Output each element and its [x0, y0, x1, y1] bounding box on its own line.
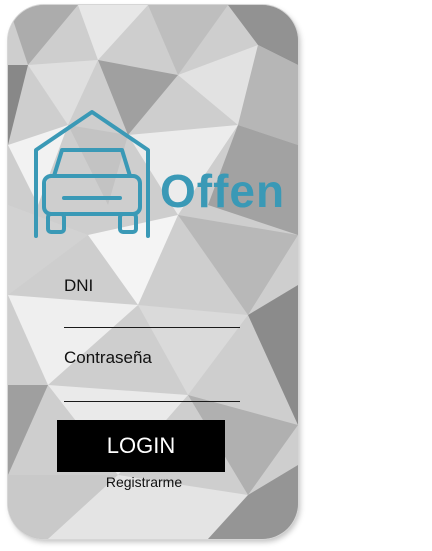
register-link[interactable]: Registrarme: [8, 474, 280, 490]
login-button[interactable]: LOGIN: [57, 420, 225, 472]
brand-title: Offen: [160, 165, 286, 217]
password-input[interactable]: [64, 373, 244, 401]
password-underline: [64, 401, 240, 402]
password-label: Contraseña: [64, 348, 152, 367]
car-in-garage-icon: [34, 110, 150, 238]
dni-underline: [64, 327, 240, 328]
phone-frame: Offen DNI Contraseña LOGIN Registrarme: [8, 5, 298, 539]
dni-label: DNI: [64, 276, 94, 295]
dni-input[interactable]: [64, 300, 244, 328]
